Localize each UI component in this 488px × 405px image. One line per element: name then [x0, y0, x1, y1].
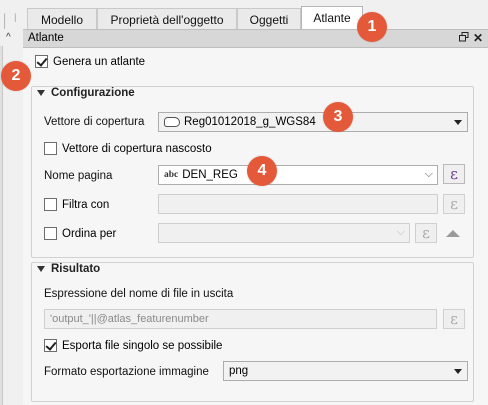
sort-expression-button[interactable]: ε: [415, 223, 437, 243]
image-format-combo[interactable]: png: [223, 361, 468, 381]
single-file-row[interactable]: Esporta file singolo se possibile: [44, 339, 222, 352]
tab-oggetti[interactable]: Oggetti: [237, 8, 301, 29]
hidden-coverage-row[interactable]: Vettore di copertura nascosto: [44, 142, 212, 155]
sort-combo[interactable]: ⌵: [158, 223, 410, 243]
filter-expression-button[interactable]: ε: [443, 194, 465, 214]
dock-title: Atlante: [28, 32, 64, 44]
collapse-triangle-icon: [37, 266, 45, 272]
output-heading: Risultato: [51, 263, 101, 275]
tab-modello[interactable]: Modello: [27, 8, 97, 29]
generate-atlas-label: Genera un atlante: [53, 55, 146, 68]
dropdown-arrow-icon: [454, 120, 462, 125]
hidden-coverage-label: Vettore di copertura nascosto: [62, 142, 212, 155]
coverage-layer-label: Vettore di copertura: [44, 116, 145, 128]
panel-tabbar: Modello Proprietà dell'oggetto Oggetti A…: [23, 4, 488, 30]
chevron-down-icon: ⌵: [424, 168, 433, 180]
callout-badge-1: 1: [357, 12, 387, 42]
gutter-marks: │ │ │: [3, 15, 20, 29]
page-name-label: Nome pagina: [44, 170, 113, 182]
tab-proprieta-oggetto[interactable]: Proprietà dell'oggetto: [97, 8, 237, 29]
sort-row[interactable]: Ordina per: [44, 227, 116, 240]
filter-field[interactable]: [158, 194, 438, 214]
string-field-icon: abc: [164, 170, 179, 180]
tab-atlante[interactable]: Atlante: [301, 6, 363, 30]
callout-badge-2: 2: [1, 61, 31, 91]
page-name-expression-button[interactable]: ε: [443, 164, 465, 184]
config-group-header[interactable]: Configurazione: [37, 87, 135, 99]
image-format-value: png: [229, 365, 249, 377]
generate-atlas-row[interactable]: Genera un atlante: [35, 55, 145, 68]
polygon-layer-icon: [164, 117, 180, 127]
sort-ascending-icon[interactable]: [446, 230, 460, 237]
sort-checkbox[interactable]: [44, 227, 57, 240]
output-group-header[interactable]: Risultato: [37, 263, 100, 275]
page-name-combo[interactable]: abc DEN_REG ⌵: [158, 165, 438, 185]
filename-expression-button[interactable]: ε: [443, 309, 465, 329]
sort-label: Ordina per: [62, 227, 117, 240]
collapse-triangle-icon: [37, 90, 45, 96]
single-file-checkbox[interactable]: [44, 339, 57, 352]
dock-title-bar: Atlante ✕: [23, 29, 488, 48]
chevron-down-icon: ⌵: [396, 226, 405, 238]
coverage-layer-value: Reg01012018_g_WGS84: [184, 116, 316, 128]
dropdown-arrow-icon: [454, 369, 462, 374]
hidden-coverage-checkbox[interactable]: [44, 142, 57, 155]
filter-label: Filtra con: [62, 198, 110, 211]
config-heading: Configurazione: [51, 87, 135, 99]
collapse-up-icon[interactable]: ^: [6, 32, 11, 43]
close-icon[interactable]: ✕: [473, 31, 483, 45]
image-format-label: Formato esportazione immagine: [44, 366, 209, 378]
output-group: [31, 262, 474, 402]
filter-checkbox[interactable]: [44, 198, 57, 211]
gutter-strip: [0, 46, 3, 405]
restore-icon[interactable]: [459, 32, 469, 45]
generate-atlas-checkbox[interactable]: [35, 55, 48, 68]
callout-badge-3: 3: [323, 102, 353, 132]
filter-row[interactable]: Filtra con: [44, 198, 109, 211]
coverage-layer-combo[interactable]: Reg01012018_g_WGS84: [158, 112, 468, 132]
filename-expression-label: Espressione del nome di file in uscita: [44, 288, 234, 300]
atlas-panel: Genera un atlante Configurazione Vettore…: [23, 48, 488, 405]
page-name-value: DEN_REG: [182, 169, 238, 181]
single-file-label: Esporta file singolo se possibile: [62, 339, 223, 352]
filename-expression-field[interactable]: 'output_'||@atlas_featurenumber: [44, 309, 437, 329]
callout-badge-4: 4: [247, 156, 277, 186]
